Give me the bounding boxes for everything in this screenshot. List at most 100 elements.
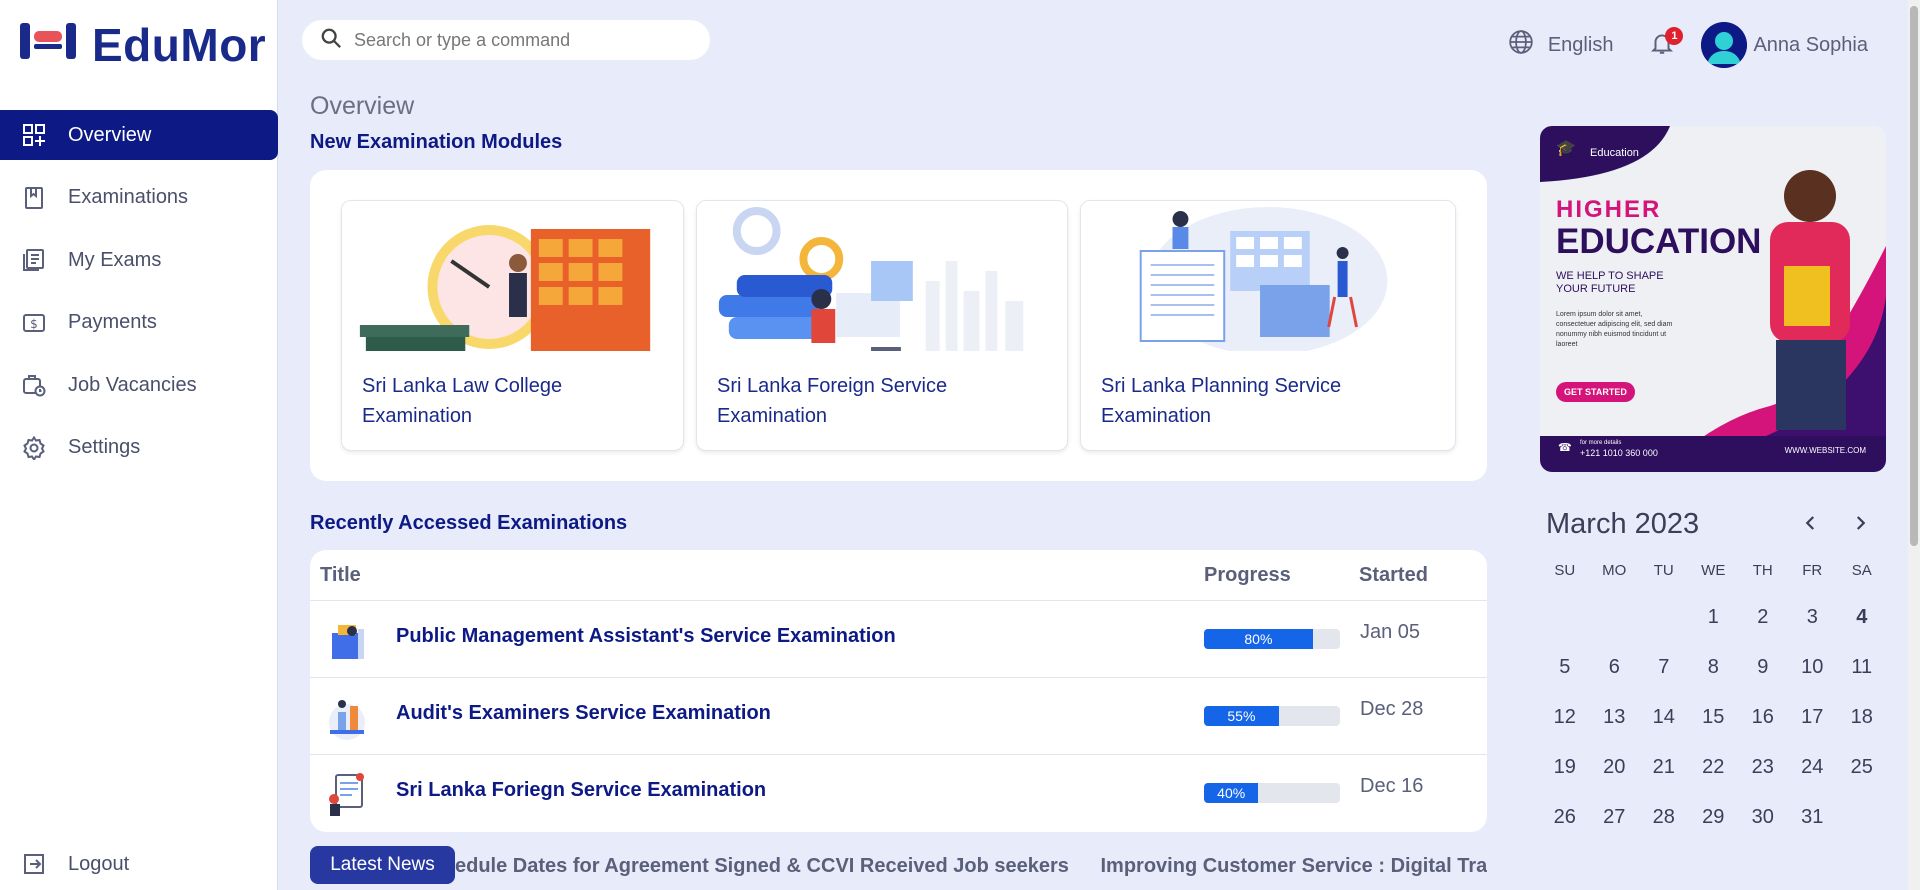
calendar-week-row: 5 6 7 8 9 10 11 bbox=[1540, 652, 1886, 702]
promo-cta-button[interactable]: GET STARTED bbox=[1556, 382, 1635, 402]
calendar-week-row: 1234 bbox=[1540, 602, 1886, 652]
column-header-started: Started bbox=[1359, 564, 1428, 586]
edumor-logo-icon bbox=[20, 23, 76, 59]
calendar-prev-button[interactable] bbox=[1796, 510, 1826, 540]
user-menu[interactable]: Anna Sophia bbox=[1701, 22, 1868, 68]
calendar-day[interactable]: 12 bbox=[1540, 702, 1590, 752]
exam-thumbnail bbox=[322, 769, 372, 819]
promo-contact-label: for more details bbox=[1580, 440, 1622, 446]
calendar-day[interactable]: 29 bbox=[1689, 802, 1739, 852]
sidebar-item-settings[interactable]: Settings bbox=[0, 423, 278, 473]
sidebar-item-job-vacancies[interactable]: Job Vacancies bbox=[0, 360, 278, 410]
exam-title: Audit's Examiners Service Examination bbox=[396, 702, 771, 724]
calendar-day[interactable]: 25 bbox=[1837, 752, 1887, 802]
notifications-button[interactable]: 1 bbox=[1647, 27, 1684, 60]
table-row[interactable]: Sri Lanka Foriegn Service Examination 40… bbox=[310, 754, 1487, 831]
progress-bar: 80% bbox=[1204, 629, 1340, 649]
calendar-day[interactable]: 1 bbox=[1689, 602, 1739, 652]
promo-website: WWW.WEBSITE.COM bbox=[1784, 446, 1866, 455]
calendar-week-row: 19 20 21 22 23 24 25 bbox=[1540, 752, 1886, 802]
calendar-day[interactable]: 27 bbox=[1590, 802, 1640, 852]
sidebar-item-my-exams[interactable]: My Exams bbox=[0, 235, 278, 285]
calendar-next-button[interactable] bbox=[1845, 510, 1875, 540]
calendar-day[interactable]: 9 bbox=[1738, 652, 1788, 702]
calendar-day[interactable]: 5 bbox=[1540, 652, 1590, 702]
calendar-day[interactable]: 13 bbox=[1590, 702, 1640, 752]
calendar-day[interactable]: 2 bbox=[1738, 602, 1788, 652]
module-card[interactable]: Sri Lanka Foreign Service Examination bbox=[696, 200, 1068, 451]
calendar-day[interactable]: 19 bbox=[1540, 752, 1590, 802]
column-header-title: Title bbox=[320, 564, 361, 586]
page-title: Overview bbox=[310, 92, 415, 120]
calendar-day[interactable]: 15 bbox=[1689, 702, 1739, 752]
recent-exams-table: Title Progress Started Public Management… bbox=[310, 550, 1487, 832]
chevron-left-icon bbox=[1802, 514, 1820, 537]
calendar-day[interactable]: 20 bbox=[1590, 752, 1640, 802]
svg-text:$: $ bbox=[30, 317, 38, 331]
calendar-day[interactable]: 10 bbox=[1788, 652, 1838, 702]
user-name: Anna Sophia bbox=[1753, 33, 1868, 56]
calendar-day[interactable]: 17 bbox=[1788, 702, 1838, 752]
avatar bbox=[1701, 22, 1748, 68]
news-ticker-bar: Latest News edule Dates for Agreement Si… bbox=[310, 846, 1487, 890]
sidebar-item-examinations[interactable]: Examinations bbox=[0, 173, 278, 223]
top-right-toolbar: English 1 Anna Sophia bbox=[1508, 22, 1868, 68]
weekday-label: TU bbox=[1653, 562, 1674, 579]
table-row[interactable]: Audit's Examiners Service Examination 55… bbox=[310, 677, 1487, 754]
progress-fill: 80% bbox=[1204, 629, 1313, 649]
calendar-day[interactable]: 7 bbox=[1639, 652, 1689, 702]
recent-section-title: Recently Accessed Examinations bbox=[310, 512, 628, 534]
module-label: Sri Lanka Law College Examination bbox=[362, 375, 563, 427]
calendar-week-row: 26 27 28 29 30 31 bbox=[1540, 802, 1886, 852]
calendar-day[interactable]: 30 bbox=[1738, 802, 1788, 852]
calendar-day[interactable]: 4 bbox=[1837, 602, 1887, 652]
page-scrollbar[interactable] bbox=[1908, 0, 1920, 890]
calendar-day[interactable]: 21 bbox=[1639, 752, 1689, 802]
dollar-card-icon: $ bbox=[22, 311, 46, 335]
logout-button[interactable]: Logout bbox=[22, 852, 129, 876]
sidebar-item-overview[interactable]: Overview bbox=[0, 110, 278, 160]
app-name: EduMor bbox=[92, 19, 267, 71]
calendar-day[interactable]: 6 bbox=[1590, 652, 1640, 702]
sidebar-item-label: Settings bbox=[68, 436, 141, 459]
weekday-label: MO bbox=[1602, 562, 1627, 579]
search-bar[interactable] bbox=[302, 20, 710, 60]
sidebar-item-payments[interactable]: $ Payments bbox=[0, 298, 278, 348]
module-card[interactable]: Sri Lanka Law College Examination bbox=[341, 200, 684, 451]
calendar-day[interactable]: 8 bbox=[1689, 652, 1739, 702]
news-item[interactable]: Improving Customer Service : Digital Tra… bbox=[1100, 855, 1487, 877]
promo-phone: +121 1010 360 000 bbox=[1580, 448, 1658, 458]
calendar-day[interactable]: 3 bbox=[1788, 602, 1838, 652]
app-logo[interactable]: EduMor bbox=[20, 18, 266, 72]
calendar-day[interactable]: 22 bbox=[1689, 752, 1739, 802]
progress-fill: 55% bbox=[1204, 706, 1279, 726]
calendar-day[interactable]: 24 bbox=[1788, 752, 1838, 802]
calendar-day[interactable]: 28 bbox=[1639, 802, 1689, 852]
search-icon bbox=[320, 27, 342, 54]
language-selector[interactable]: English bbox=[1508, 29, 1613, 61]
calendar-day[interactable]: 18 bbox=[1837, 702, 1887, 752]
weekday-label: SA bbox=[1851, 562, 1872, 579]
search-input[interactable] bbox=[354, 29, 674, 51]
latest-news-badge[interactable]: Latest News bbox=[310, 846, 455, 884]
calendar-day[interactable]: 31 bbox=[1788, 802, 1838, 852]
promo-body: Lorem ipsum dolor sit amet, consectetuer… bbox=[1556, 311, 1673, 348]
calendar-day[interactable]: 23 bbox=[1738, 752, 1788, 802]
promo-background bbox=[1540, 126, 1886, 472]
module-card[interactable]: Sri Lanka Planning Service Examination bbox=[1080, 200, 1456, 451]
news-item[interactable]: edule Dates for Agreement Signed & CCVI … bbox=[455, 855, 1069, 877]
calendar-empty-cell bbox=[1837, 802, 1887, 852]
calendar-day[interactable]: 14 bbox=[1639, 702, 1689, 752]
sidebar-item-label: Examinations bbox=[68, 186, 189, 209]
calendar-month-label: March 2023 bbox=[1546, 508, 1700, 540]
calendar-day[interactable]: 26 bbox=[1540, 802, 1590, 852]
scrollbar-thumb[interactable] bbox=[1910, 6, 1918, 546]
promo-banner[interactable]: 🎓 Education HIGHER EDUCATION WE HELP TO … bbox=[1540, 126, 1886, 472]
module-label: Sri Lanka Planning Service Examination bbox=[1101, 375, 1342, 427]
table-row[interactable]: Public Management Assistant's Service Ex… bbox=[310, 600, 1487, 677]
calendar-day[interactable]: 11 bbox=[1837, 652, 1887, 702]
started-date: Dec 28 bbox=[1360, 698, 1424, 720]
phone-icon: ☎ bbox=[1558, 442, 1572, 454]
calendar-day[interactable]: 16 bbox=[1738, 702, 1788, 752]
weekday-label: TH bbox=[1752, 562, 1773, 579]
